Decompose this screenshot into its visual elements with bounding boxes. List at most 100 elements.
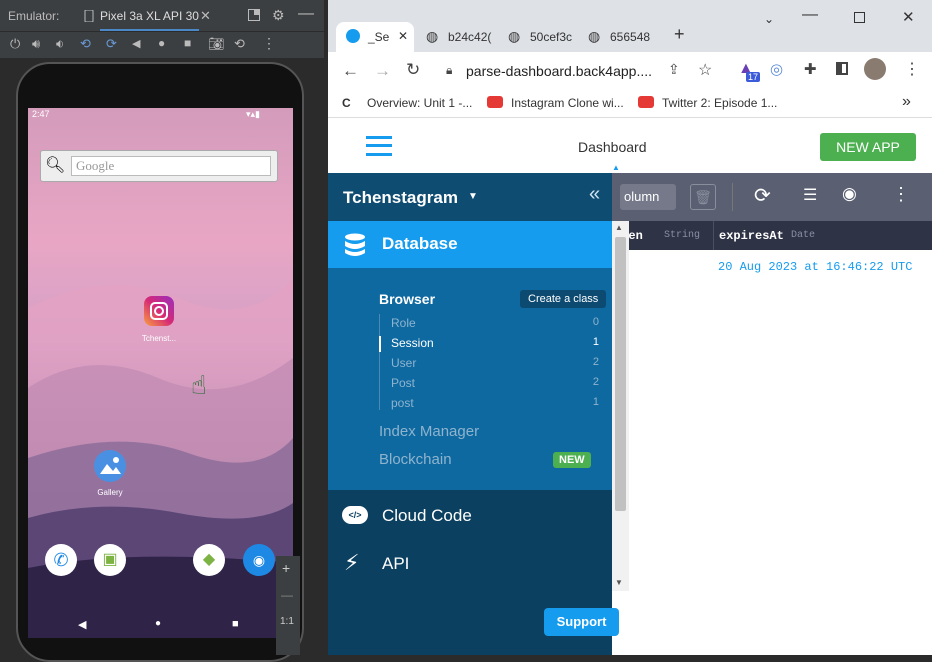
nav-recents-icon[interactable]: ■ (232, 618, 239, 630)
class-item[interactable]: Role 0 (379, 316, 599, 332)
rotate-left-icon[interactable]: ⟲ (80, 36, 91, 52)
bookmarks-overflow-icon[interactable]: » (902, 93, 911, 111)
back-icon[interactable]: ◀ (132, 37, 140, 50)
snapshot-icon[interactable]: ⟲ (234, 36, 245, 52)
sidebar-item-label: Database (382, 234, 458, 253)
more-icon[interactable]: ⋮ (262, 35, 276, 52)
extension-2-icon[interactable]: ◎ (770, 60, 783, 78)
volume-down-icon[interactable]: 🔉︎ (56, 36, 64, 52)
emulator-title-bar: Emulator: Pixel 3a XL API 30 ✕ ⚙ — (0, 0, 324, 32)
zoom-ratio-button[interactable]: 1:1 (280, 616, 294, 627)
sidebar-item-cloud-code[interactable]: </> Cloud Code (328, 496, 612, 540)
browser-link[interactable]: Browser (379, 291, 435, 307)
table-cell[interactable]: 20 Aug 2023 at 16:46:22 UTC (718, 260, 912, 274)
hamburger-icon[interactable] (366, 136, 392, 156)
class-item[interactable]: post 1 (379, 396, 599, 412)
share-icon[interactable]: ⇪ (668, 61, 680, 78)
camera-app-icon[interactable]: ◉ (243, 544, 275, 576)
bookmark-item[interactable]: Twitter 2: Episode 1... (662, 96, 777, 110)
create-class-button[interactable]: Create a class (520, 290, 607, 308)
tab-active[interactable]: _Se ✕ (336, 22, 414, 52)
gear-icon[interactable]: ⚙ (272, 7, 285, 24)
tab[interactable]: ◍ 50cef3c (504, 22, 582, 52)
instagram-app-icon[interactable] (144, 296, 174, 326)
class-item[interactable]: Post 2 (379, 376, 599, 392)
tab[interactable]: ◍ b24c42( (422, 22, 500, 52)
support-button[interactable]: Support (544, 608, 619, 636)
scroll-up-icon[interactable]: ▲ (615, 223, 623, 232)
overview-icon[interactable]: ■ (184, 36, 191, 50)
blockchain-link[interactable]: Blockchain (379, 451, 452, 468)
tab-close-icon[interactable]: ✕ (398, 29, 408, 43)
reload-icon[interactable]: ↻ (406, 60, 420, 80)
gallery-app-icon[interactable] (94, 450, 126, 482)
address-bar-row: ← → ↻ 🔒︎ parse-dashboard.back4app.... ⇪ … (328, 52, 932, 90)
column-type: String (664, 230, 701, 241)
zoom-in-button[interactable]: + (282, 560, 290, 576)
sidebar-item-label: Cloud Code (382, 506, 472, 525)
back-arrow-icon[interactable]: ← (342, 61, 359, 81)
class-item-active[interactable]: Session 1 (379, 336, 599, 352)
url-input[interactable]: parse-dashboard.back4app.... (466, 63, 652, 79)
trash-icon[interactable]: 🗑︎ (690, 184, 716, 210)
volume-up-icon[interactable]: 🔊︎ (32, 36, 40, 52)
android-app-icon[interactable]: ◆ (193, 544, 225, 576)
rotate-right-icon[interactable]: ⟳ (106, 36, 117, 52)
avatar[interactable] (864, 58, 886, 80)
camera-icon[interactable]: 📷︎ (208, 36, 225, 52)
google-search-widget[interactable]: 🔍︎ Google (40, 150, 278, 182)
nav-home-icon[interactable]: ● (155, 618, 161, 629)
sidepanel-icon[interactable] (836, 62, 848, 75)
status-icons: ▾▴▮ (246, 109, 260, 119)
class-name: User (391, 356, 417, 370)
nav-back-icon[interactable]: ◀ (78, 618, 86, 631)
phone-app-icon[interactable]: ✆ (45, 544, 77, 576)
new-app-button[interactable]: NEW APP (820, 133, 916, 161)
window-minimize-icon[interactable]: — (802, 6, 818, 24)
close-icon[interactable]: ✕ (200, 8, 211, 24)
emulator-toolbar: ⏻ 🔊︎ 🔉︎ ⟲ ⟳ ◀ ● ■ 📷︎ ⟲ ⋮ (0, 32, 324, 58)
index-manager-link[interactable]: Index Manager (379, 423, 479, 440)
home-icon[interactable]: ● (158, 36, 165, 50)
sidebar-item-database[interactable]: Database (328, 221, 612, 268)
eye-icon[interactable]: ◉ (842, 184, 857, 204)
star-icon[interactable]: ☆ (698, 60, 712, 80)
class-name: post (391, 396, 414, 410)
chevron-down-icon[interactable]: ⌄ (764, 12, 774, 26)
class-item[interactable]: User 2 (379, 356, 599, 372)
column-header[interactable]: expiresAt Date (714, 221, 932, 250)
search-input[interactable]: Google (71, 156, 271, 176)
window-close-icon[interactable]: ✕ (902, 8, 915, 26)
filter-icon[interactable]: ☰ (803, 185, 817, 205)
zoom-out-button[interactable]: — (281, 588, 293, 602)
minimize-icon[interactable]: — (298, 5, 314, 23)
puzzle-icon[interactable]: ✚ (804, 60, 817, 78)
magnifier-icon: 🔍︎ (45, 157, 66, 174)
bookmark-item[interactable]: Overview: Unit 1 -... (367, 96, 472, 110)
scroll-down-icon[interactable]: ▼ (615, 578, 623, 587)
window-maximize-icon[interactable] (854, 12, 865, 23)
window-mode-icon[interactable] (248, 9, 260, 21)
tab[interactable]: ◍ 656548 (584, 22, 662, 52)
menu-icon[interactable]: ⋮ (904, 59, 920, 79)
lock-icon[interactable]: 🔒︎ (446, 63, 452, 78)
grid-header: oken String expiresAt Date (612, 221, 932, 250)
bookmark-item[interactable]: Instagram Clone wi... (511, 96, 624, 110)
phone-screen[interactable]: 2:47 ▾▴▮ 🔍︎ Google Tchenst... ☝︎ Gallery… (28, 108, 293, 638)
phone-icon (84, 10, 94, 22)
sidebar-scrollbar[interactable]: ▲ ▼ (612, 221, 629, 591)
scrollbar-thumb[interactable] (615, 237, 626, 511)
new-tab-icon[interactable]: + (674, 24, 685, 45)
refresh-icon[interactable]: ⟳ (754, 183, 771, 208)
sidebar-item-api[interactable]: ⚡︎ API (328, 544, 612, 588)
forward-arrow-icon[interactable]: → (374, 61, 391, 81)
emulator-device-tab[interactable]: Pixel 3a XL API 30 (100, 9, 199, 31)
more-options-icon[interactable]: ⋮ (892, 184, 910, 205)
caret-down-icon[interactable]: ▼ (468, 191, 478, 202)
add-column-button[interactable]: olumn (620, 184, 676, 210)
power-icon[interactable]: ⏻ (10, 36, 20, 52)
store-app-icon[interactable]: ▣ (94, 544, 126, 576)
collapse-sidebar-icon[interactable]: « (589, 183, 600, 206)
sidebar-app-switcher[interactable]: Tchenstagram ▼ « (328, 173, 612, 221)
dashboard-nav-link[interactable]: Dashboard (578, 139, 647, 155)
